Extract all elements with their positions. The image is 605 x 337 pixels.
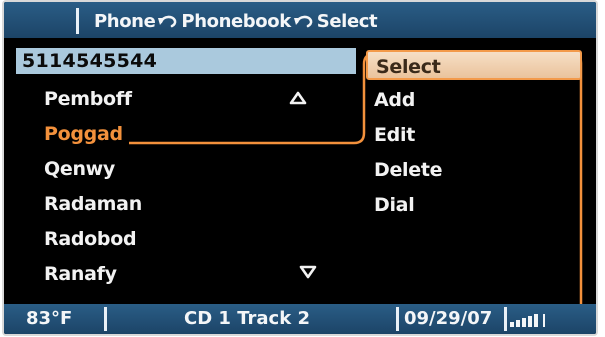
list-item[interactable]: Radaman — [44, 189, 142, 219]
signal-bar — [528, 316, 532, 327]
media-status[interactable]: CD 1 Track 2 — [184, 304, 310, 334]
date-readout: 09/29/07 — [404, 308, 493, 329]
menu-item-edit[interactable]: Edit — [366, 120, 582, 150]
list-item-selected[interactable]: Poggad — [44, 119, 123, 149]
menu-item-add[interactable]: Add — [366, 85, 582, 115]
list-item[interactable]: Qenwy — [44, 154, 115, 184]
signal-bar — [510, 322, 514, 327]
signal-bar-end — [543, 314, 545, 327]
status-divider — [104, 307, 107, 331]
menu-item-dial[interactable]: Dial — [366, 190, 582, 220]
phonebook-screen: Phone Phonebook Select 5114545544 Pembof… — [4, 2, 596, 334]
status-bar: 83°F CD 1 Track 2 09/29/07 — [4, 304, 596, 334]
status-divider — [504, 307, 507, 331]
status-divider — [396, 307, 399, 331]
temperature-readout: 83°F — [26, 308, 73, 329]
signal-bar — [534, 314, 538, 327]
list-item[interactable]: Ranafy — [44, 259, 117, 289]
menu-item-select[interactable]: Select — [366, 50, 582, 80]
signal-bar — [522, 318, 526, 327]
header-divider — [76, 8, 79, 34]
list-item[interactable]: Pemboff — [44, 84, 132, 114]
scroll-up-icon[interactable] — [288, 90, 308, 106]
signal-strength-icon — [510, 313, 556, 327]
menu-item-delete[interactable]: Delete — [366, 155, 582, 185]
signal-bar — [516, 320, 520, 327]
list-item[interactable]: Radobod — [44, 224, 137, 254]
scroll-down-icon[interactable] — [298, 264, 318, 280]
